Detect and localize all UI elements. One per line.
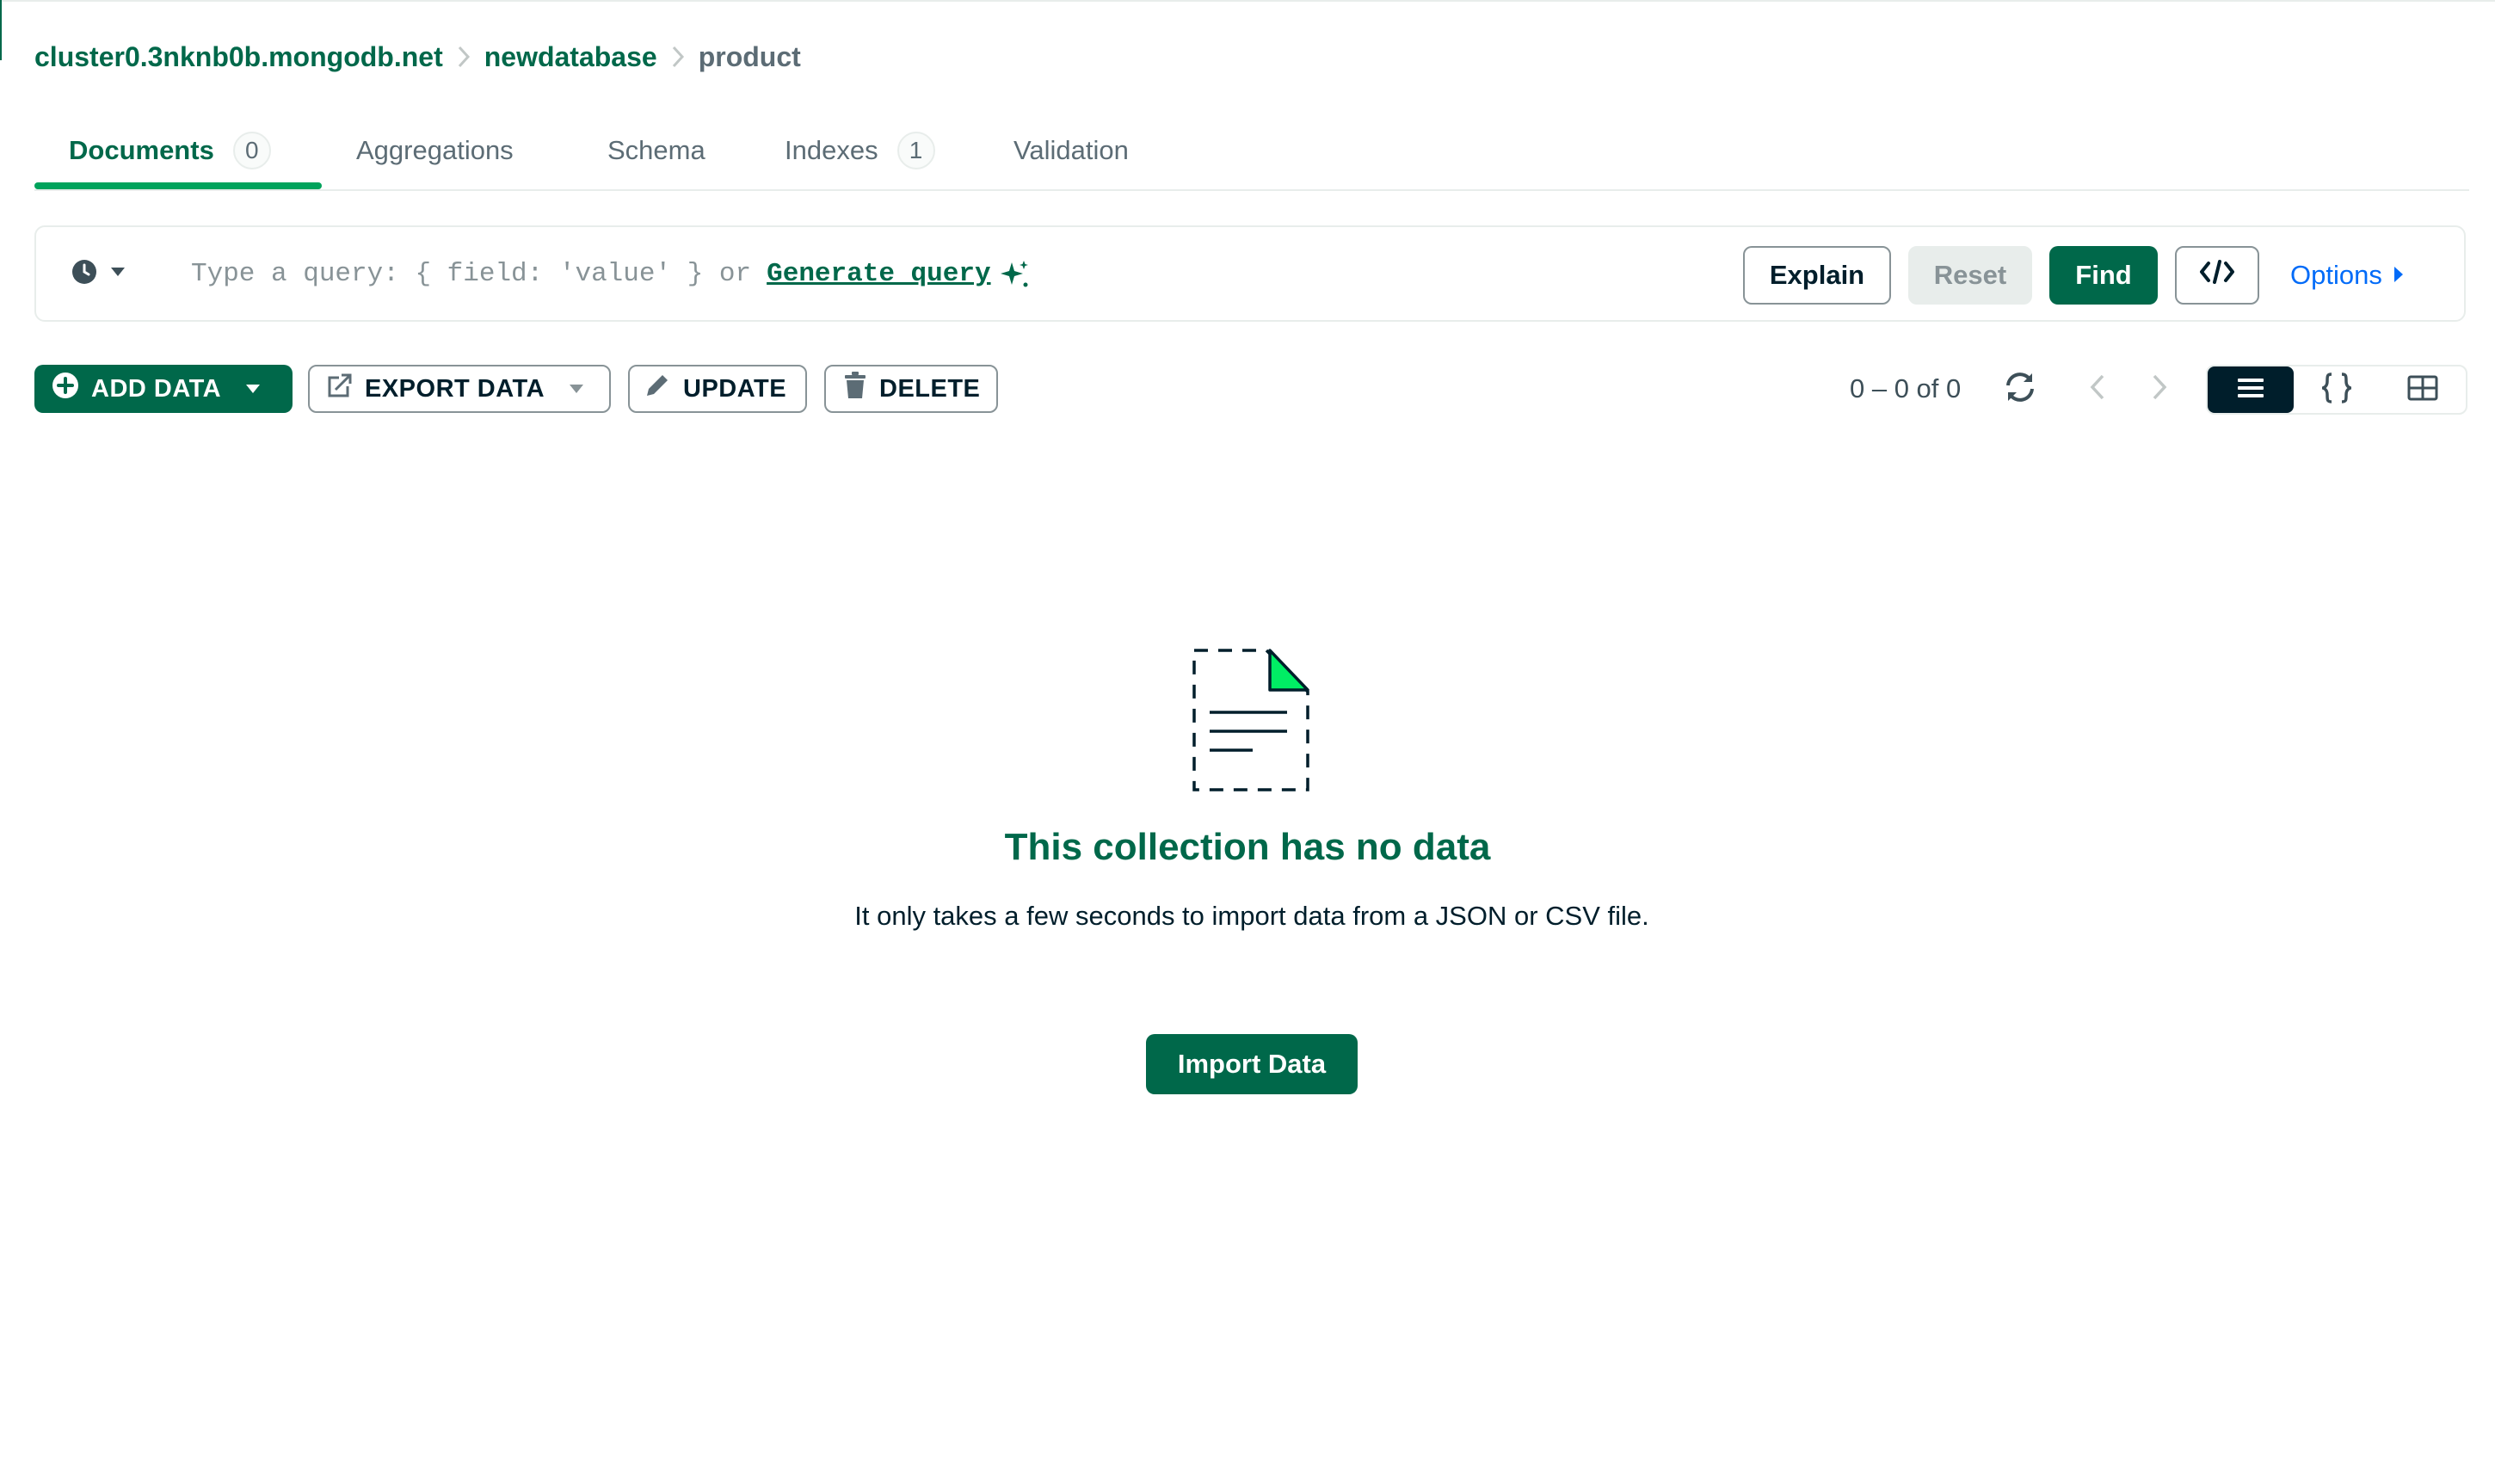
index-count-badge: 1 bbox=[896, 132, 935, 169]
list-icon bbox=[2238, 378, 2264, 403]
clock-icon bbox=[71, 258, 98, 290]
list-view-button[interactable] bbox=[2208, 366, 2294, 413]
chevron-right-icon bbox=[657, 45, 699, 69]
query-placeholder: Type a query: { field: 'value' } or bbox=[191, 258, 752, 289]
find-button[interactable]: Find bbox=[2049, 246, 2158, 305]
options-label: Options bbox=[2290, 260, 2382, 290]
caret-down-icon bbox=[110, 266, 126, 281]
chevron-left-icon bbox=[2090, 373, 2105, 405]
tab-label: Validation bbox=[1013, 135, 1129, 165]
table-icon bbox=[2407, 375, 2438, 405]
export-icon bbox=[327, 373, 353, 405]
plus-circle-icon bbox=[52, 372, 79, 406]
reset-button[interactable]: Reset bbox=[1908, 246, 2032, 305]
export-to-language-button[interactable] bbox=[2175, 246, 2259, 305]
top-border bbox=[0, 0, 2495, 2]
caret-down-icon bbox=[569, 384, 584, 394]
tab-label: Aggregations bbox=[356, 135, 514, 165]
tab-label: Documents bbox=[69, 135, 214, 165]
import-data-button[interactable]: Import Data bbox=[1146, 1034, 1358, 1094]
breadcrumb-database[interactable]: newdatabase bbox=[484, 41, 657, 73]
tab-schema[interactable]: Schema bbox=[607, 112, 705, 189]
query-input[interactable]: Type a query: { field: 'value' } or Gene… bbox=[191, 249, 1029, 298]
export-data-button[interactable]: EXPORT DATA bbox=[308, 365, 611, 413]
active-tab-indicator bbox=[34, 182, 322, 189]
tab-documents[interactable]: Documents 0 bbox=[69, 112, 271, 189]
add-data-button[interactable]: ADD DATA bbox=[34, 365, 293, 413]
refresh-button[interactable] bbox=[2001, 370, 2039, 408]
empty-state-description: It only takes a few seconds to import da… bbox=[854, 901, 1649, 931]
previous-page-button[interactable] bbox=[2080, 370, 2115, 408]
sparkle-icon bbox=[1000, 259, 1029, 288]
caret-down-icon bbox=[245, 384, 261, 394]
delete-label: DELETE bbox=[879, 374, 981, 403]
json-view-button[interactable] bbox=[2294, 366, 2380, 413]
explain-button[interactable]: Explain bbox=[1743, 246, 1891, 305]
add-data-label: ADD DATA bbox=[91, 374, 222, 403]
breadcrumb-collection: product bbox=[698, 40, 801, 72]
code-icon bbox=[2200, 259, 2234, 292]
table-view-button[interactable] bbox=[2380, 366, 2466, 413]
breadcrumb-cluster[interactable]: cluster0.3nknb0b.mongodb.net bbox=[34, 41, 443, 73]
generate-query-link[interactable]: Generate query bbox=[767, 259, 990, 289]
document-count-badge: 0 bbox=[232, 132, 271, 169]
update-label: UPDATE bbox=[683, 374, 787, 403]
query-history-button[interactable] bbox=[71, 256, 126, 291]
options-toggle[interactable]: Options bbox=[2290, 249, 2405, 301]
tab-label: Schema bbox=[607, 135, 705, 165]
query-bar: Type a query: { field: 'value' } or Gene… bbox=[34, 225, 2466, 322]
caret-right-icon bbox=[2393, 260, 2405, 291]
tab-validation[interactable]: Validation bbox=[1013, 112, 1129, 189]
refresh-icon bbox=[2003, 372, 2037, 407]
trash-icon bbox=[843, 372, 867, 406]
empty-document-icon bbox=[1191, 647, 1311, 793]
update-button[interactable]: UPDATE bbox=[628, 365, 807, 413]
next-page-button[interactable] bbox=[2142, 370, 2177, 408]
pagination-info: 0 – 0 of 0 bbox=[1850, 373, 1962, 403]
breadcrumb: cluster0.3nknb0b.mongodb.net newdatabase… bbox=[34, 38, 801, 76]
left-accent bbox=[0, 0, 2, 60]
export-data-label: EXPORT DATA bbox=[365, 374, 545, 403]
chevron-right-icon bbox=[443, 45, 484, 69]
collection-tabs: Documents 0 Aggregations Schema Indexes … bbox=[34, 112, 2469, 191]
braces-icon bbox=[2318, 372, 2356, 408]
chevron-right-icon bbox=[2152, 373, 2167, 405]
view-toggle bbox=[2206, 365, 2467, 415]
empty-state-title: This collection has no data bbox=[1004, 826, 1491, 868]
delete-button[interactable]: DELETE bbox=[824, 365, 998, 413]
tab-indexes[interactable]: Indexes 1 bbox=[785, 112, 935, 189]
tab-aggregations[interactable]: Aggregations bbox=[356, 112, 514, 189]
tab-label: Indexes bbox=[785, 135, 878, 165]
pencil-icon bbox=[644, 372, 671, 406]
